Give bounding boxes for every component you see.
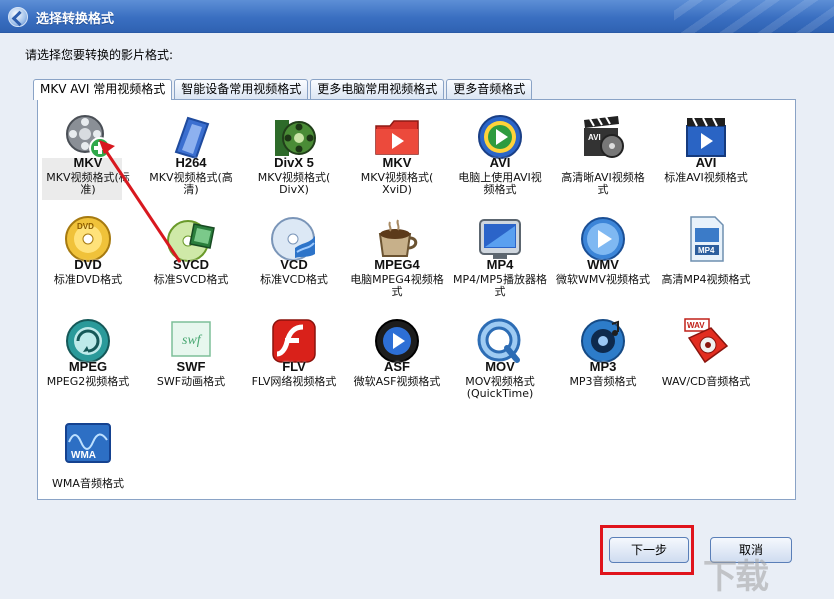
format-item-avi-standard[interactable]: AVI 标准AVI视频格式 xyxy=(656,106,756,206)
format-desc: MPEG2视频格式 xyxy=(46,375,130,388)
format-name: WMV xyxy=(587,257,619,272)
format-item-swf[interactable]: swf SWF SWF动画格式 xyxy=(141,310,241,410)
format-name: SWF xyxy=(176,359,206,374)
format-item-h264[interactable]: H264 MKV视频格式(高 清) xyxy=(141,106,241,206)
format-desc: MP3音频格式 xyxy=(569,375,637,388)
format-desc: MKV视频格式( XviD) xyxy=(360,171,434,196)
window-title: 选择转换格式 xyxy=(36,12,115,27)
format-item-dvd[interactable]: DVD DVD 标准DVD格式 xyxy=(38,208,138,308)
format-desc: WMA音频格式 xyxy=(52,477,124,490)
format-desc: 高清MP4视频格式 xyxy=(661,273,751,286)
svg-text:swf: swf xyxy=(182,333,203,348)
format-item-wmv[interactable]: WMV 微软WMV视频格式 xyxy=(553,208,653,308)
format-item-mp3[interactable]: MP3 MP3音频格式 xyxy=(553,310,653,410)
format-item-mpeg4[interactable]: MPEG4 电脑MPEG4视频格 式 xyxy=(347,208,447,308)
format-desc: MKV视频格式(标 准) xyxy=(46,171,130,196)
format-item-svcd[interactable]: SVCD 标准SVCD格式 xyxy=(141,208,241,308)
format-item-flv[interactable]: FLV FLV网络视频格式 xyxy=(244,310,344,410)
wav-speaker-icon: WAV xyxy=(681,316,731,366)
format-desc: WAV/CD音频格式 xyxy=(661,375,751,388)
app-back-icon[interactable] xyxy=(8,7,28,27)
wma-wave-icon: WMA xyxy=(63,418,113,468)
svg-text:WAV: WAV xyxy=(687,321,705,330)
format-item-avi-hd[interactable]: AVI 高清晰AVI视频格 式 xyxy=(553,106,653,206)
format-desc: 标准VCD格式 xyxy=(260,273,328,286)
format-name: MKV xyxy=(382,155,412,170)
format-item-mov[interactable]: MOV MOV视频格式 (QuickTime) xyxy=(450,310,550,410)
format-item-asf[interactable]: ASF 微软ASF视频格式 xyxy=(347,310,447,410)
svg-text:DVD: DVD xyxy=(77,222,94,231)
clapper-avi-icon: AVI xyxy=(578,112,628,162)
format-desc: 微软ASF视频格式 xyxy=(353,375,441,388)
format-desc: MP4/MP5播放器格 式 xyxy=(453,273,547,298)
format-item-mpeg2[interactable]: MPEG MPEG2视频格式 xyxy=(38,310,138,410)
format-item-wav[interactable]: WAV WAV/CD音频格式 xyxy=(656,310,756,410)
format-desc: 微软WMV视频格式 xyxy=(556,273,650,286)
format-tabs: MKV AVI 常用视频格式 智能设备常用视频格式 更多电脑常用视频格式 更多音… xyxy=(33,79,534,100)
format-name: VCD xyxy=(280,257,308,272)
format-item-mp4-player[interactable]: MP4 MP4/MP5播放器格 式 xyxy=(450,208,550,308)
mp4-file-icon: MP4 xyxy=(681,214,731,264)
format-name: SVCD xyxy=(172,257,210,272)
format-name: MP4 xyxy=(486,257,514,272)
format-desc: 高清晰AVI视频格 式 xyxy=(561,171,645,196)
title-decoration xyxy=(674,0,834,33)
format-item-vcd[interactable]: VCD 标准VCD格式 xyxy=(244,208,344,308)
title-bar: 选择转换格式 xyxy=(0,0,834,33)
format-name: AVI xyxy=(489,155,511,170)
next-step-button[interactable]: 下一步 xyxy=(609,537,689,563)
format-item-divx[interactable]: DivX 5 MKV视频格式( DivX) xyxy=(244,106,344,206)
format-grid-panel: MKV MKV视频格式(标 准) H264 MKV视频格式(高 清) DivX … xyxy=(37,99,796,500)
format-item-avi-pc[interactable]: AVI 电脑上使用AVI视 频格式 xyxy=(450,106,550,206)
format-prompt: 请选择您要转换的影片格式: xyxy=(25,48,174,62)
format-item-mkv-standard[interactable]: MKV MKV视频格式(标 准) xyxy=(38,106,138,206)
format-desc: MKV视频格式(高 清) xyxy=(149,171,233,196)
format-desc: MOV视频格式 (QuickTime) xyxy=(465,375,535,400)
tab-mkv-avi-common[interactable]: MKV AVI 常用视频格式 xyxy=(33,79,173,100)
format-name: MPEG xyxy=(68,359,108,374)
format-desc: MKV视频格式( DivX) xyxy=(257,171,331,196)
format-desc: 电脑MPEG4视频格 式 xyxy=(350,273,444,298)
format-desc: FLV网络视频格式 xyxy=(251,375,337,388)
format-name: AVI xyxy=(695,155,717,170)
format-name: DivX 5 xyxy=(274,155,314,170)
svg-text:MP4: MP4 xyxy=(698,246,715,255)
tab-smart-device[interactable]: 智能设备常用视频格式 xyxy=(174,79,309,99)
format-name: MPEG4 xyxy=(374,257,420,272)
format-item-mkv-xvid[interactable]: MKV MKV视频格式( XviD) xyxy=(347,106,447,206)
svg-text:AVI: AVI xyxy=(588,133,601,142)
format-item-mp4-hd[interactable]: MP4 高清MP4视频格式 xyxy=(656,208,756,308)
format-desc: SWF动画格式 xyxy=(156,375,226,388)
svg-text:WMA: WMA xyxy=(71,450,96,461)
tab-more-pc-video[interactable]: 更多电脑常用视频格式 xyxy=(310,79,445,99)
format-desc: 电脑上使用AVI视 频格式 xyxy=(458,171,542,196)
format-item-wma[interactable]: WMA WMA音频格式 xyxy=(38,412,138,512)
format-desc: 标准AVI视频格式 xyxy=(664,171,748,184)
format-name: MP3 xyxy=(589,359,617,374)
tab-more-audio[interactable]: 更多音频格式 xyxy=(446,79,533,99)
format-name: ASF xyxy=(384,359,410,374)
format-name: DVD xyxy=(74,257,102,272)
format-desc: 标准SVCD格式 xyxy=(153,273,229,286)
format-desc: 标准DVD格式 xyxy=(53,273,123,286)
format-name: MKV xyxy=(73,155,103,170)
cancel-button[interactable]: 取消 xyxy=(710,537,792,563)
format-name: MOV xyxy=(485,359,515,374)
format-name: H264 xyxy=(175,155,207,170)
format-name: FLV xyxy=(282,359,306,374)
